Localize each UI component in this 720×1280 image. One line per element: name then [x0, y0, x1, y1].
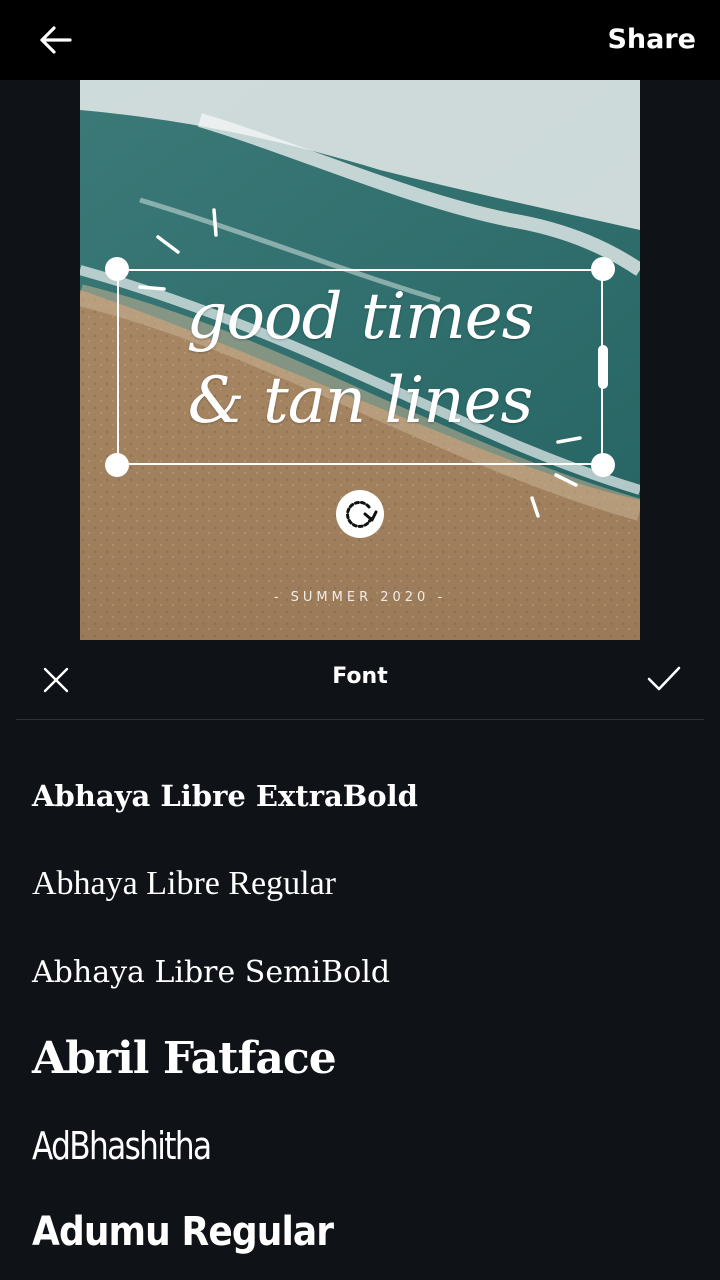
checkmark-icon: [647, 666, 681, 691]
resize-handle-bottom-left[interactable]: [105, 453, 129, 477]
text-selection-box[interactable]: [117, 269, 603, 465]
back-button[interactable]: [36, 22, 76, 58]
rotate-button[interactable]: [336, 490, 384, 538]
share-button[interactable]: Share: [607, 20, 696, 60]
resize-handle-top-right[interactable]: [591, 257, 615, 281]
font-option-adbhashitha[interactable]: AdBhashitha: [32, 1102, 573, 1190]
arrow-left-icon: [40, 26, 72, 54]
font-option-abhaya-libre-regular[interactable]: Abhaya Libre Regular: [32, 840, 692, 928]
font-option-abhaya-libre-semibold[interactable]: Abhaya Libre SemiBold: [32, 928, 692, 1016]
confirm-button[interactable]: [646, 664, 682, 694]
font-option-abhaya-libre-extrabold[interactable]: Abhaya Libre ExtraBold: [32, 752, 692, 840]
resize-handle-bottom-right[interactable]: [591, 453, 615, 477]
sheet-title: Font: [332, 664, 388, 689]
top-bar: Share: [0, 0, 720, 80]
tagline-text: - SUMMER 2020 -: [273, 590, 447, 605]
rotate-icon: [346, 500, 378, 528]
resize-handle-right[interactable]: [598, 345, 608, 389]
resize-handle-top-left[interactable]: [105, 257, 129, 281]
font-option-adumu-regular[interactable]: Adumu Regular: [32, 1188, 626, 1276]
font-sheet-header: Font: [16, 640, 704, 720]
design-canvas[interactable]: good times & tan lines - SUMMER 2020 -: [80, 80, 640, 640]
font-option-abril-fatface[interactable]: Abril Fatface: [32, 1014, 692, 1102]
